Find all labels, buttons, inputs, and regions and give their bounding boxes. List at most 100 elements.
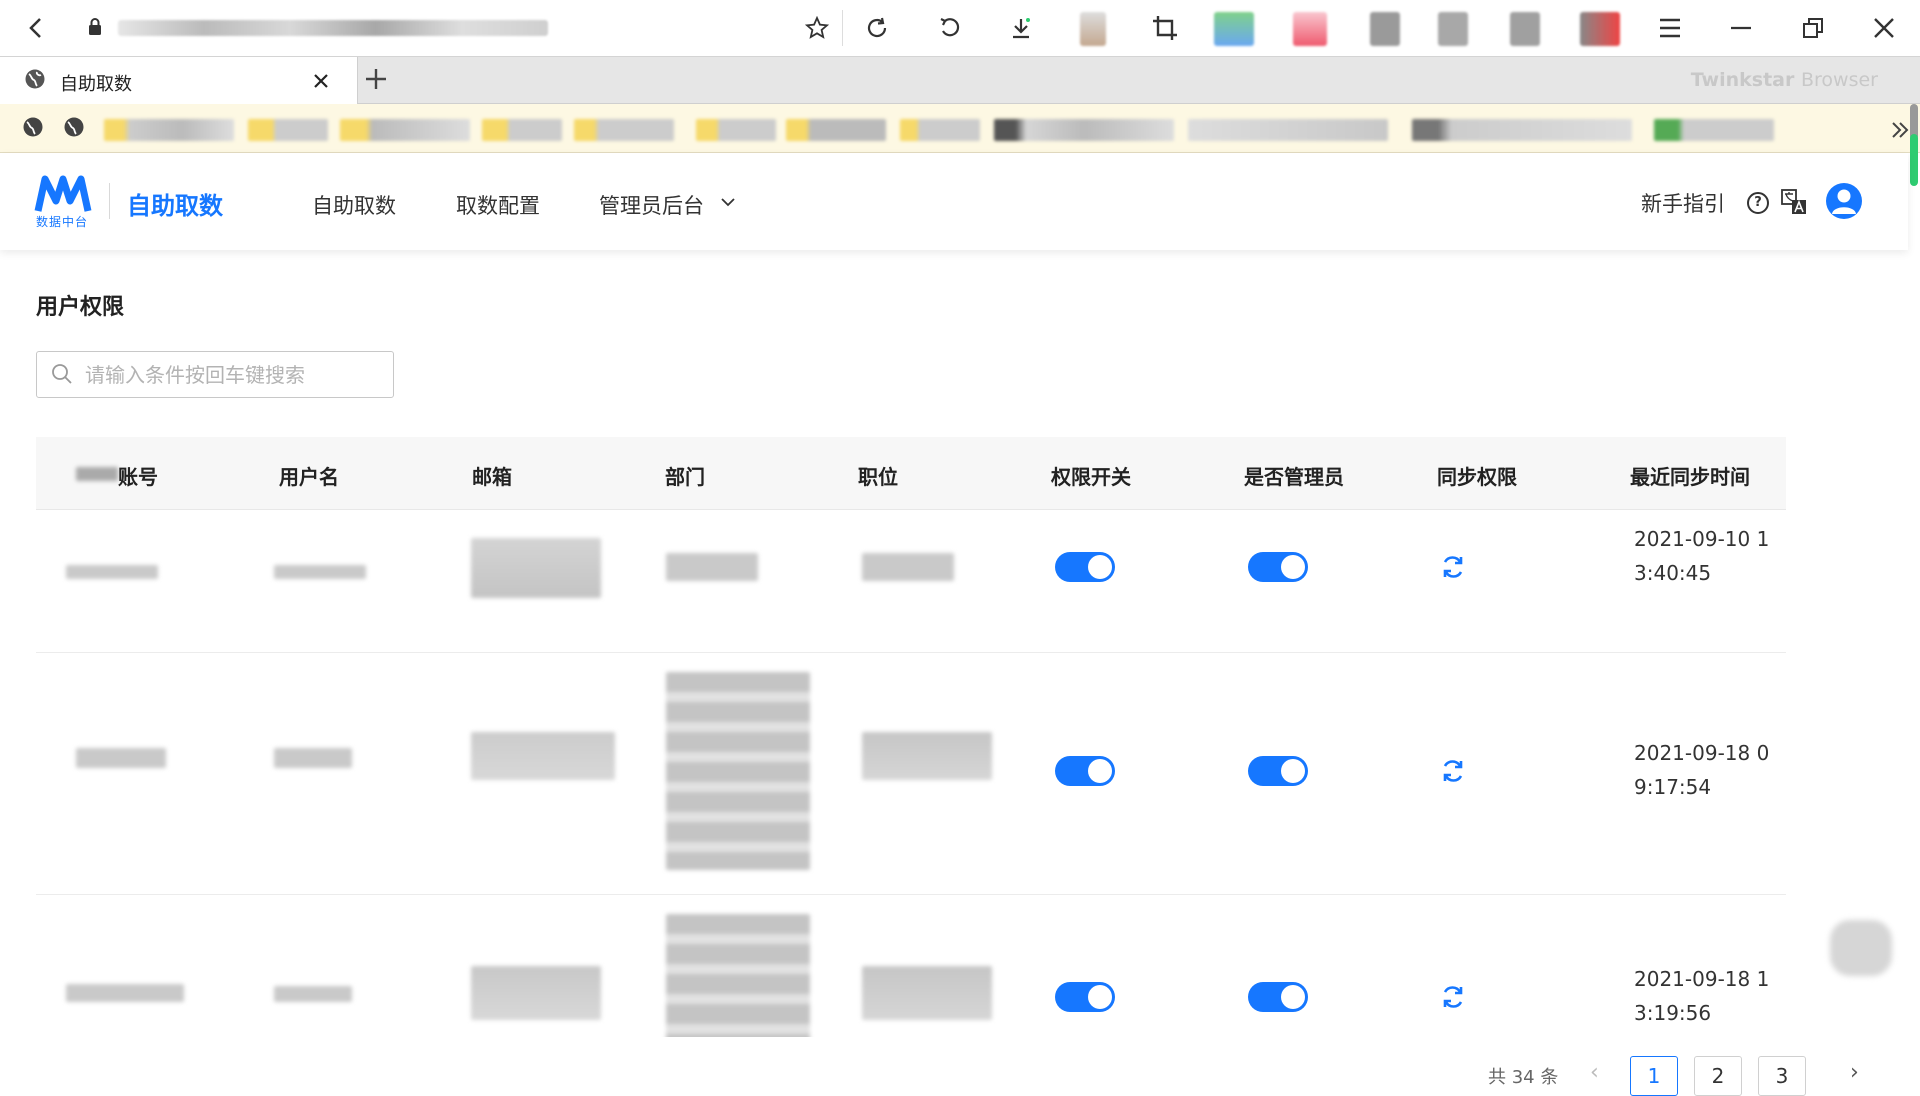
nav-item-self-service[interactable]: 自助取数	[312, 190, 396, 220]
tab-bar: 自助取数 Twinkstar Browser	[0, 57, 1920, 104]
new-tab-icon[interactable]	[364, 61, 388, 99]
extension-icon[interactable]	[1080, 12, 1106, 46]
table-row: 2021-09-18 13:19:56	[36, 894, 1786, 1037]
crop-icon[interactable]	[1145, 8, 1185, 48]
nav-item-config[interactable]: 取数配置	[456, 190, 540, 220]
bookmark-item[interactable]	[104, 119, 234, 141]
divider	[109, 183, 110, 219]
th-sync-permission: 同步权限	[1437, 465, 1517, 489]
star-icon[interactable]	[797, 8, 837, 48]
reload-icon[interactable]	[857, 8, 897, 48]
sync-icon[interactable]	[1439, 553, 1467, 581]
table-row: 2021-09-10 13:40:45	[36, 510, 1786, 653]
extension-icon[interactable]	[1510, 12, 1540, 46]
table-header: 账号 用户名 邮箱 部门 职位 权限开关 是否管理员 同步权限 最近同步时间	[36, 437, 1786, 510]
sync-time-cell: 2021-09-18 09:17:54	[1634, 741, 1770, 799]
close-icon[interactable]	[1864, 8, 1904, 48]
page-button-3[interactable]: 3	[1758, 1056, 1806, 1096]
position-cell	[862, 553, 954, 581]
chevron-right-icon[interactable]: ›	[1850, 1060, 1859, 1085]
extension-icon[interactable]	[1580, 12, 1620, 46]
address-bar[interactable]	[82, 10, 843, 46]
admin-toggle[interactable]	[1248, 982, 1308, 1012]
tab-active[interactable]: 自助取数	[0, 57, 358, 104]
menu-icon[interactable]	[1650, 8, 1690, 48]
globe-icon	[24, 68, 46, 96]
username-cell	[274, 986, 352, 1002]
app-title[interactable]: 自助取数	[127, 186, 223, 221]
nav-item-admin[interactable]: 管理员后台	[599, 190, 704, 220]
th-is-admin: 是否管理员	[1244, 465, 1344, 489]
translate-icon[interactable]	[1781, 189, 1807, 215]
bookmark-item[interactable]	[482, 119, 562, 141]
sync-time-cell: 2021-09-10 13:40:45	[1634, 527, 1770, 585]
bookmark-item[interactable]	[900, 119, 980, 141]
help-icon[interactable]: ?	[1747, 192, 1769, 214]
tab-close-icon[interactable]	[312, 65, 330, 96]
browser-brand: Twinkstar Browser	[1691, 69, 1878, 91]
position-cell	[862, 732, 992, 780]
department-cell	[666, 914, 810, 1037]
bookmark-item[interactable]	[574, 119, 674, 141]
sync-time-cell: 2021-09-18 13:19:56	[1634, 967, 1770, 1025]
email-cell	[471, 538, 601, 598]
account-cell	[66, 565, 158, 579]
bookmark-item[interactable]	[994, 119, 1174, 141]
extension-icon[interactable]	[1293, 12, 1327, 46]
page-title: 用户权限	[36, 295, 125, 320]
permission-toggle[interactable]	[1055, 552, 1115, 582]
globe-icon[interactable]	[22, 116, 44, 144]
logo-subtitle: 数据中台	[36, 215, 89, 229]
search-box[interactable]	[36, 351, 394, 398]
search-icon	[51, 363, 73, 385]
extension-icon[interactable]	[1438, 12, 1468, 46]
admin-toggle[interactable]	[1248, 552, 1308, 582]
permission-toggle[interactable]	[1055, 756, 1115, 786]
header-checkbox[interactable]	[76, 467, 118, 481]
chevron-double-right-icon[interactable]	[1890, 114, 1910, 146]
minimize-icon[interactable]	[1721, 8, 1761, 48]
user-avatar[interactable]	[1826, 183, 1862, 219]
extension-icon[interactable]	[1214, 12, 1254, 46]
back-icon[interactable]	[16, 8, 56, 48]
th-email: 邮箱	[472, 465, 512, 489]
bookmark-item[interactable]	[696, 119, 776, 141]
brand-suffix: Browser	[1801, 69, 1878, 91]
app-header: 数据中台 自助取数 自助取数 取数配置 管理员后台 新手指引 ?	[0, 153, 1908, 250]
th-permission-switch: 权限开关	[1051, 465, 1131, 489]
floating-widget[interactable]	[1830, 920, 1892, 976]
bookmark-item[interactable]	[340, 119, 470, 141]
bookmark-item[interactable]	[1188, 119, 1388, 141]
browser-toolbar	[0, 0, 1920, 57]
download-icon[interactable]	[1001, 8, 1041, 48]
bookmarks-bar	[0, 104, 1920, 153]
th-department: 部门	[665, 465, 705, 489]
undo-icon[interactable]	[929, 8, 969, 48]
globe-icon[interactable]	[63, 116, 85, 144]
sync-icon[interactable]	[1439, 757, 1467, 785]
page-button-1[interactable]: 1	[1630, 1056, 1678, 1096]
permission-toggle[interactable]	[1055, 982, 1115, 1012]
sync-icon[interactable]	[1439, 983, 1467, 1011]
account-cell	[76, 748, 166, 768]
beginner-guide-link[interactable]: 新手指引	[1641, 188, 1725, 218]
restore-icon[interactable]	[1793, 8, 1833, 48]
bookmark-item[interactable]	[1654, 119, 1774, 141]
extension-icon[interactable]	[1370, 12, 1400, 46]
page-scrollbar[interactable]	[1910, 104, 1918, 188]
bookmark-item[interactable]	[248, 119, 328, 141]
bookmark-item[interactable]	[786, 119, 886, 141]
search-input[interactable]	[83, 360, 387, 390]
username-cell	[274, 565, 366, 579]
page-button-2[interactable]: 2	[1694, 1056, 1742, 1096]
bookmark-item[interactable]	[1412, 119, 1632, 141]
admin-toggle[interactable]	[1248, 756, 1308, 786]
department-cell	[666, 553, 758, 581]
th-last-sync-time: 最近同步时间	[1630, 465, 1750, 489]
chevron-down-icon[interactable]	[720, 188, 736, 215]
chevron-left-icon[interactable]: ‹	[1590, 1060, 1599, 1085]
department-cell	[666, 672, 810, 870]
email-cell	[471, 966, 601, 1020]
position-cell	[862, 966, 992, 1020]
email-cell	[471, 732, 615, 780]
